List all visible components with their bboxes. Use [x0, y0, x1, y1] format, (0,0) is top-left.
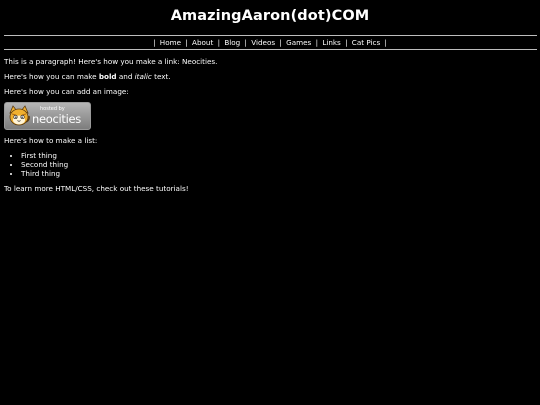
nav-separator: |: [345, 38, 348, 47]
intro-paragraph: This is a paragraph! Here's how you make…: [4, 57, 534, 66]
nav-bar: | Home | About | Blog | Videos | Games |…: [0, 38, 540, 48]
hosted-by-neocities-badge[interactable]: hosted by neocities: [4, 102, 91, 130]
badge-brand-label: neocities: [32, 112, 81, 126]
formatting-mid: and: [116, 72, 135, 81]
nav-separator: |: [153, 38, 156, 47]
neocities-link[interactable]: Neocities: [182, 57, 215, 66]
formatting-paragraph: Here's how you can make bold and italic …: [4, 72, 534, 81]
intro-end: .: [215, 57, 218, 66]
formatting-text: Here's how you can make: [4, 72, 99, 81]
list-item: Third thing: [21, 169, 534, 178]
example-list: First thing Second thing Third thing: [4, 151, 534, 178]
nav-link-about[interactable]: About: [192, 38, 213, 47]
italic-text: italic: [134, 72, 152, 81]
site-title: AmazingAaron(dot)COM: [170, 8, 370, 24]
image-paragraph: Here's how you can add an image:: [4, 87, 129, 96]
nav-separator: |: [217, 38, 221, 47]
nav-link-videos[interactable]: Videos: [251, 38, 275, 47]
formatting-end: text.: [151, 72, 171, 81]
bottom-divider: [4, 49, 537, 50]
main-content: This is a paragraph! Here's how you make…: [4, 57, 534, 199]
intro-text: This is a paragraph! Here's how you make…: [4, 57, 183, 66]
nav-link-home[interactable]: Home: [160, 38, 181, 47]
nav-separator: |: [185, 38, 188, 47]
nav-separator: |: [384, 38, 387, 47]
nav-separator: |: [279, 38, 282, 47]
page: AmazingAaron(dot)COM | Home | About | Bl…: [0, 0, 540, 405]
tutorials-paragraph: To learn more HTML/CSS, check out these …: [4, 184, 189, 193]
nav-link-links[interactable]: Links: [322, 38, 340, 47]
list-paragraph: Here's how to make a list:: [4, 136, 98, 145]
top-divider: [4, 35, 537, 36]
nav-link-games[interactable]: Games: [286, 38, 311, 47]
list-item: First thing: [21, 151, 534, 160]
neocities-cat-icon: [9, 105, 30, 126]
list-item: Second thing: [21, 160, 534, 169]
nav-link-cat-pics[interactable]: Cat Pics: [352, 38, 380, 47]
nav-separator: |: [315, 38, 319, 47]
bold-text: bold: [98, 72, 117, 81]
nav-link-blog[interactable]: Blog: [224, 38, 240, 47]
nav-separator: |: [244, 38, 247, 47]
